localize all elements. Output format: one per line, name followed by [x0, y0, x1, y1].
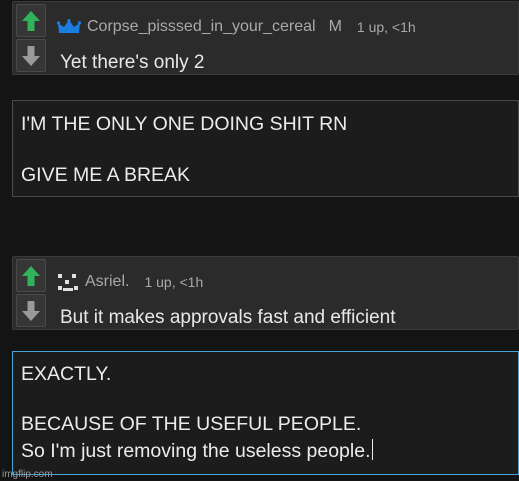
- reply-line-with-caret: So I'm just removing the useless people.: [21, 439, 373, 463]
- downvote-button[interactable]: [16, 294, 46, 327]
- mod-badge: M: [328, 18, 342, 35]
- vote-controls: [14, 258, 50, 328]
- arrow-down-icon: [22, 300, 40, 321]
- arrow-up-icon: [22, 265, 40, 286]
- reply-line: BECAUSE OF THE USEFUL PEOPLE.: [21, 413, 362, 435]
- reply-textarea-active[interactable]: EXACTLY. BECAUSE OF THE USEFUL PEOPLE. S…: [12, 351, 519, 475]
- arrow-up-icon: [22, 10, 40, 31]
- reply-line: So I'm just removing the useless people.: [21, 440, 371, 462]
- comment-card: Asriel. 1 up, <1h But it makes approvals…: [12, 256, 519, 330]
- arrow-down-icon: [22, 45, 40, 66]
- vote-controls: [14, 3, 50, 73]
- crown-icon: [57, 19, 81, 35]
- comment-card: Corpse_pisssed_in_your_cereal M 1 up, <1…: [12, 1, 519, 75]
- comment-meta: Asriel. 1 up, <1h: [57, 271, 203, 293]
- watermark: imgflip.com: [2, 469, 53, 480]
- comment-text: Yet there's only 2: [60, 52, 205, 73]
- username-link[interactable]: Corpse_pisssed_in_your_cereal: [87, 18, 316, 36]
- downvote-button[interactable]: [16, 39, 46, 72]
- text-caret: [371, 439, 373, 460]
- reply-textarea[interactable]: I'M THE ONLY ONE DOING SHIT RN GIVE ME A…: [12, 100, 519, 197]
- reply-line: GIVE ME A BREAK: [21, 164, 191, 186]
- pixel-face-icon: [57, 272, 79, 292]
- reply-line: I'M THE ONLY ONE DOING SHIT RN: [21, 113, 348, 135]
- upvote-button[interactable]: [16, 4, 46, 37]
- comment-stats: 1 up, <1h: [356, 19, 416, 35]
- comment-meta: Corpse_pisssed_in_your_cereal M 1 up, <1…: [57, 16, 416, 38]
- comment-stats: 1 up, <1h: [144, 274, 204, 290]
- reply-line: EXACTLY.: [21, 363, 112, 385]
- username-link[interactable]: Asriel.: [85, 273, 129, 291]
- comment-text: But it makes approvals fast and efficien…: [60, 307, 396, 328]
- upvote-button[interactable]: [16, 259, 46, 292]
